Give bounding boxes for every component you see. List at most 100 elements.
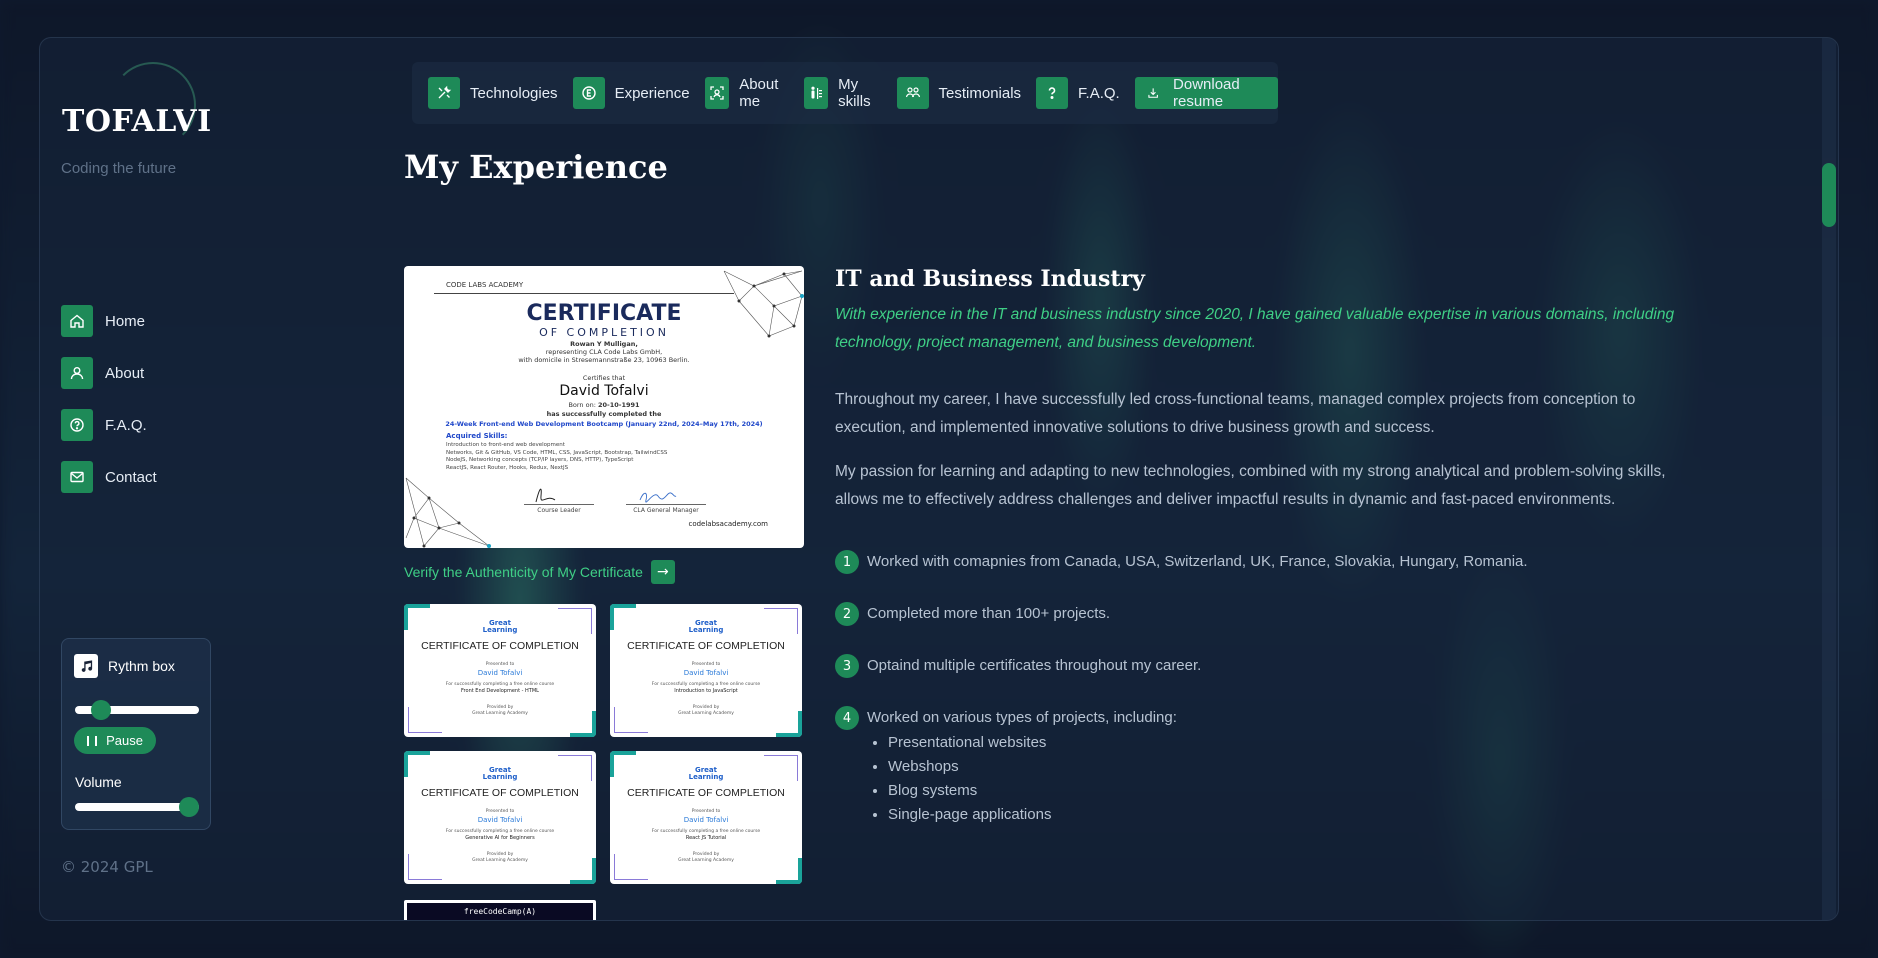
- logo-line: Learning: [482, 773, 518, 781]
- list-item: 3 Optaind multiple certificates througho…: [835, 654, 1201, 678]
- thumb-provided: Provided by: [486, 852, 514, 857]
- certificate-recipient: David Tofalvi: [559, 383, 649, 399]
- certificate-title: CERTIFICATE: [526, 301, 682, 326]
- list-item: 1 Worked with comapnies from Canada, USA…: [835, 550, 1528, 574]
- tab-my-skills[interactable]: My skills: [803, 76, 882, 110]
- certificate-certifies: Certifies that: [582, 374, 626, 382]
- thumb-title: CERTIFICATE OF COMPLETION: [421, 640, 579, 652]
- tab-about-me[interactable]: About me: [704, 76, 789, 110]
- volume-label: Volume: [75, 774, 122, 790]
- skill-line: Networks, Git & GitHub, VS Code, HTML, C…: [446, 449, 668, 456]
- face-scan-icon: [704, 77, 730, 109]
- rythm-box: Rythm box Pause Volume: [61, 638, 211, 830]
- certificate-freecodecamp[interactable]: freeCodeCamp(A): [404, 900, 596, 920]
- thumb-course: Generative AI for Beginners: [465, 835, 535, 841]
- scrollbar[interactable]: [1822, 38, 1836, 920]
- list-text: Worked on various types of projects, inc…: [867, 709, 1177, 726]
- tab-technologies[interactable]: Technologies: [428, 77, 558, 109]
- signature-manager: [639, 492, 677, 503]
- scrollbar-thumb[interactable]: [1822, 163, 1836, 227]
- thumb-provider: Great Learning Academy: [678, 711, 734, 716]
- paragraph-passion: My passion for learning and adapting to …: [835, 463, 1666, 508]
- sidebar-item-about[interactable]: About: [61, 356, 157, 390]
- certificate-course: 24-Week Front-end Web Development Bootca…: [445, 420, 763, 428]
- certificate-skills-heading: Acquired Skills:: [446, 432, 508, 440]
- section-title: IT and Business Industry: [835, 266, 1145, 292]
- certificate-birth: Born on: 20-10-1991: [404, 401, 804, 409]
- signature-manager-label: CLA General Manager: [626, 504, 706, 514]
- great-learning-logo: Great Learning: [610, 767, 802, 781]
- list-item: Blog systems: [888, 779, 1051, 803]
- thumb-recipient: David Tofalvi: [683, 669, 729, 677]
- track-progress-slider[interactable]: [75, 700, 199, 720]
- question-circle-icon: [61, 409, 93, 441]
- certificate-url: codelabsacademy.com: [688, 520, 768, 528]
- page-title: My Experience: [404, 148, 668, 186]
- list-number: 3: [835, 654, 859, 678]
- home-icon: [61, 305, 93, 337]
- pause-label: Pause: [106, 733, 143, 748]
- verify-certificate-link[interactable]: Verify the Authenticity of My Certificat…: [404, 560, 675, 584]
- tab-experience[interactable]: Experience: [572, 77, 690, 109]
- logo-text: TOFALVI: [62, 104, 212, 139]
- logo[interactable]: TOFALVI: [62, 62, 212, 148]
- tab-testimonials[interactable]: Testimonials: [896, 77, 1021, 109]
- certificate-thumb[interactable]: Great Learning CERTIFICATE OF COMPLETION …: [610, 751, 802, 884]
- sidebar-item-label: F.A.Q.: [105, 416, 147, 434]
- thumb-for: For successfully completing a free onlin…: [651, 682, 761, 687]
- tab-faq[interactable]: F.A.Q.: [1036, 77, 1120, 109]
- great-learning-logo: Great Learning: [404, 767, 596, 781]
- tab-label: Experience: [614, 84, 690, 102]
- list-number: 1: [835, 550, 859, 574]
- sidebar-item-label: About: [105, 364, 145, 382]
- signature-leader-label: Course Leader: [524, 504, 594, 514]
- skill-line: Introduction to front-end web developmen…: [446, 442, 565, 448]
- thumb-provided: Provided by: [486, 705, 514, 710]
- mail-icon: [61, 461, 93, 493]
- sidebar-item-faq[interactable]: F.A.Q.: [61, 408, 157, 442]
- project-types-list: Presentational websites Webshops Blog sy…: [888, 731, 1051, 827]
- thumb-presented: Presented to: [485, 809, 515, 814]
- thumb-for: For successfully completing a free onlin…: [445, 829, 555, 834]
- arrow-right-icon: →: [650, 560, 675, 584]
- track-progress-knob[interactable]: [90, 700, 111, 720]
- certificate-thumb[interactable]: Great Learning CERTIFICATE OF COMPLETION …: [404, 604, 596, 737]
- thumb-provided: Provided by: [692, 705, 720, 710]
- sidebar-item-contact[interactable]: Contact: [61, 460, 157, 494]
- sidebar-item-label: Home: [105, 312, 146, 330]
- certificate-thumb[interactable]: Great Learning CERTIFICATE OF COMPLETION …: [404, 751, 596, 884]
- thumb-for: For successfully completing a free onlin…: [651, 829, 761, 834]
- thumb-recipient: David Tofalvi: [477, 816, 523, 824]
- list-text: Completed more than 100+ projects.: [867, 605, 1111, 622]
- thumb-presented: Presented to: [691, 809, 721, 814]
- logo-line: Learning: [482, 626, 518, 634]
- certificate-domicile: with domicile in Stresemannstraße 23, 10…: [518, 356, 690, 364]
- thumb-presented: Presented to: [485, 662, 515, 667]
- certificate-main[interactable]: CODE LABS ACADEMY CERTIFICATE OF COMPLET…: [404, 266, 804, 548]
- download-label: Download resume: [1173, 76, 1240, 110]
- thumb-course: React JS Tutorial: [685, 835, 727, 841]
- user-icon: [61, 357, 93, 389]
- volume-knob[interactable]: [179, 797, 199, 817]
- thumb-course: Introduction to JavaScript: [674, 688, 738, 694]
- certificate-completed: has successfully completed the: [546, 410, 662, 418]
- download-resume-button[interactable]: Download resume: [1134, 76, 1278, 110]
- pause-button[interactable]: Pause: [74, 727, 156, 754]
- verify-label: Verify the Authenticity of My Certificat…: [404, 564, 643, 580]
- thumb-title: CERTIFICATE OF COMPLETION: [627, 640, 785, 652]
- volume-slider[interactable]: [75, 797, 199, 817]
- thumb-presented: Presented to: [691, 662, 721, 667]
- question-icon: [1036, 77, 1069, 109]
- logo-line: Learning: [688, 773, 724, 781]
- tagline: Coding the future: [61, 160, 177, 177]
- rythm-box-title: Rythm box: [108, 658, 175, 674]
- experience-icon: [572, 77, 605, 109]
- skills-icon: [803, 77, 829, 109]
- thumb-for: For successfully completing a free onlin…: [445, 682, 555, 687]
- tab-label: F.A.Q.: [1078, 84, 1120, 102]
- section-lead: With experience in the IT and business i…: [835, 306, 1675, 351]
- certificate-thumb[interactable]: Great Learning CERTIFICATE OF COMPLETION …: [610, 604, 802, 737]
- sidebar-item-home[interactable]: Home: [61, 304, 157, 338]
- list-number: 4: [835, 706, 859, 730]
- thumb-course: Front End Development - HTML: [461, 688, 539, 694]
